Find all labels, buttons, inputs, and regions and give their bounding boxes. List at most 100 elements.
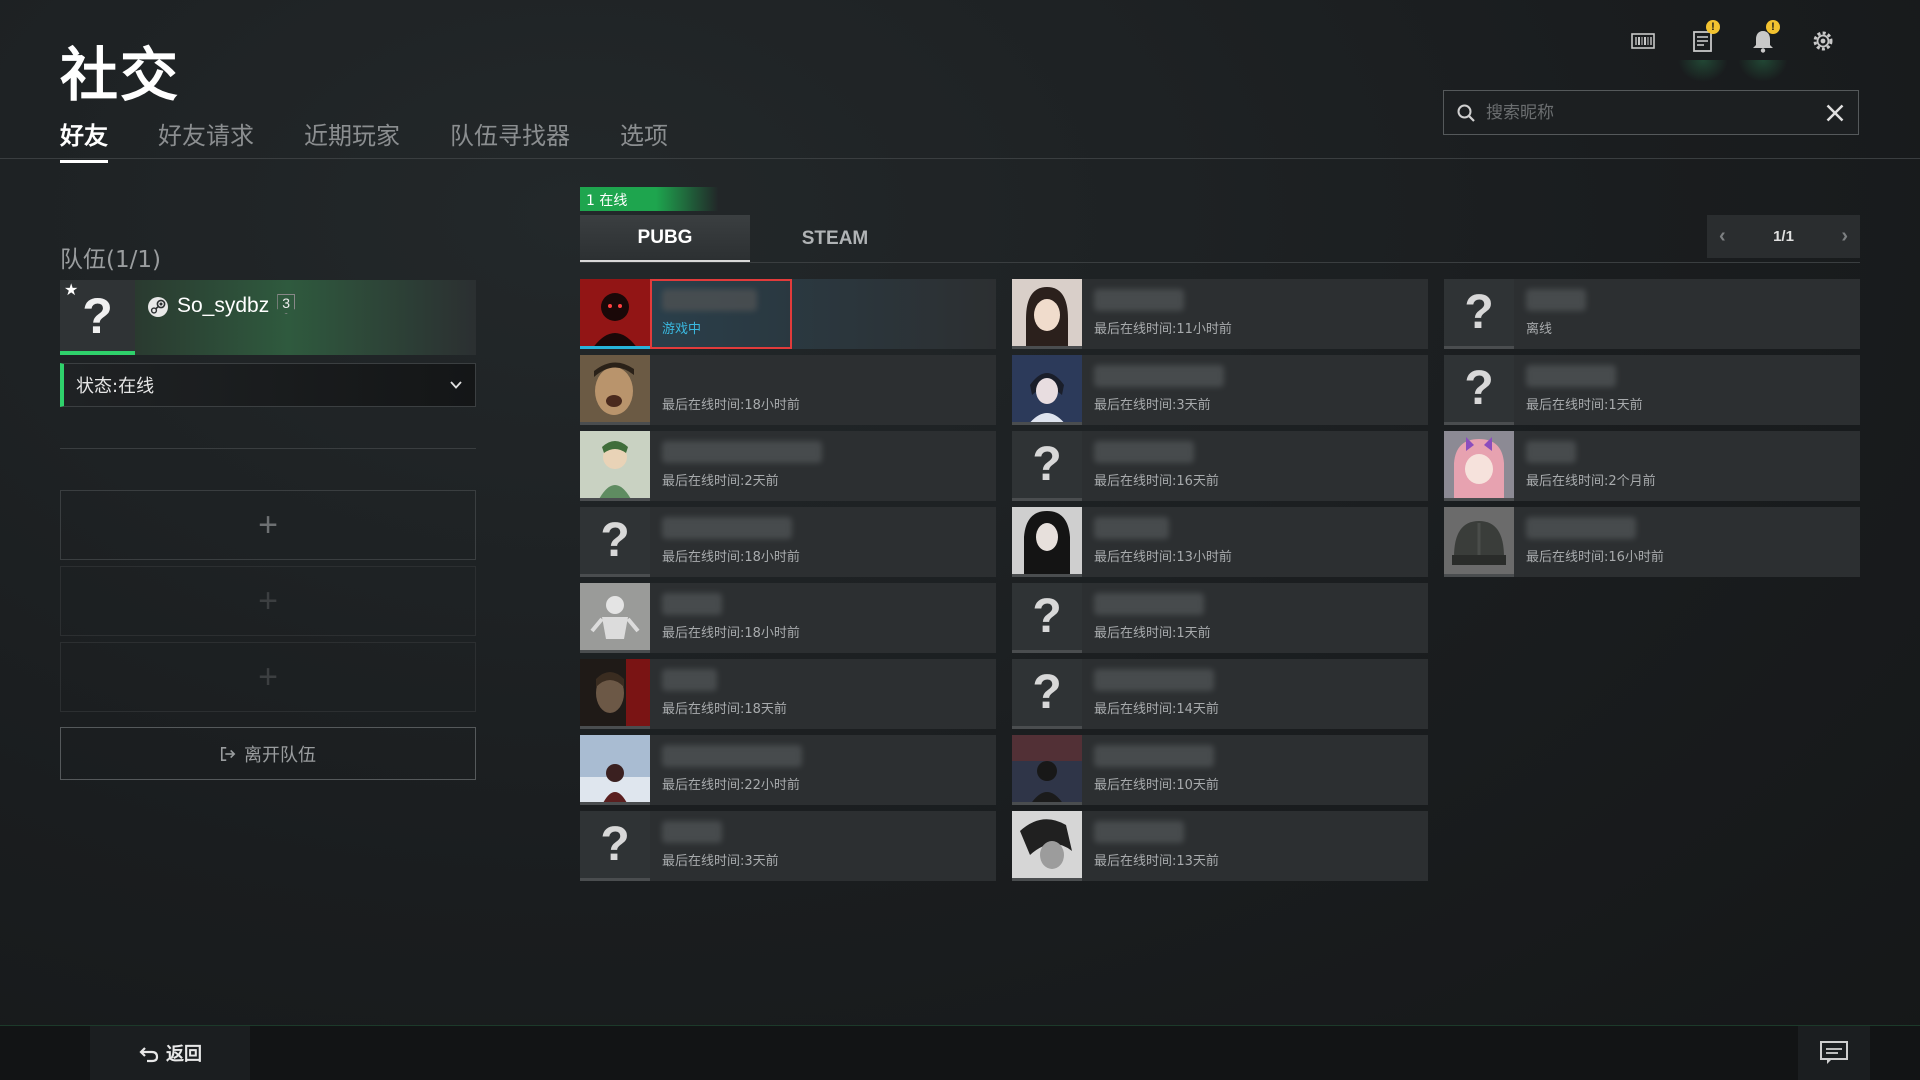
- news-button[interactable]: !: [1678, 20, 1728, 82]
- team-member-card[interactable]: ★ ? So_sydbz 3: [60, 280, 476, 355]
- unknown-avatar-icon: ?: [1032, 438, 1062, 491]
- prev-page-button[interactable]: ‹: [1719, 225, 1726, 248]
- friend-avatar: [1444, 507, 1514, 577]
- back-button[interactable]: 返回: [90, 1026, 250, 1080]
- close-icon: [1826, 104, 1844, 121]
- friend-card[interactable]: ? 最后在线时间:1天前: [1012, 583, 1428, 653]
- barcode-button[interactable]: [1626, 24, 1660, 58]
- friend-card[interactable]: 最后在线时间:13小时前: [1012, 507, 1428, 577]
- friend-name-redacted: [1094, 745, 1214, 767]
- friend-name-redacted: [662, 821, 722, 843]
- friend-avatar: [1012, 279, 1082, 349]
- friend-card[interactable]: 最后在线时间:18小时前: [580, 583, 996, 653]
- friend-name-redacted: [1094, 669, 1214, 691]
- avatar-image: [580, 583, 650, 650]
- friend-card[interactable]: 最后在线时间:18天前: [580, 659, 996, 729]
- status-dropdown-label: 状态:在线: [76, 376, 155, 397]
- main-tabs: 好友 好友请求 近期玩家 队伍寻找器 选项: [60, 116, 668, 163]
- avatar-image: [1012, 507, 1082, 574]
- friend-card[interactable]: ? 最后在线时间:16天前: [1012, 431, 1428, 501]
- gear-icon: [1813, 31, 1833, 51]
- chat-button[interactable]: [1798, 1026, 1870, 1080]
- tab-friends[interactable]: 好友: [60, 116, 108, 163]
- friend-card[interactable]: 最后在线时间:18小时前: [580, 355, 996, 425]
- avatar-image: [1012, 735, 1082, 802]
- friend-name-redacted: [1094, 365, 1224, 387]
- add-team-slot-3[interactable]: +: [60, 642, 476, 712]
- notifications-button[interactable]: !: [1738, 20, 1788, 82]
- avatar-image: [1444, 431, 1514, 498]
- exit-icon: [220, 746, 236, 761]
- avatar-image: [580, 431, 650, 498]
- team-title: 队伍(1/1): [60, 247, 161, 273]
- friend-status: 最后在线时间:13天前: [1094, 854, 1219, 869]
- avatar-image: [580, 279, 650, 346]
- settings-button[interactable]: [1806, 24, 1840, 58]
- notifications-alert-badge: !: [1766, 20, 1780, 34]
- friend-status: 最后在线时间:11小时前: [1094, 322, 1232, 337]
- friend-name-redacted: [1094, 289, 1184, 311]
- friend-status: 最后在线时间:18小时前: [662, 550, 800, 565]
- tab-team-finder[interactable]: 队伍寻找器: [450, 116, 570, 161]
- friend-card[interactable]: 最后在线时间:22小时前: [580, 735, 996, 805]
- friend-avatar: [580, 279, 650, 349]
- unknown-avatar-icon: ?: [600, 514, 630, 567]
- add-team-slot-2[interactable]: +: [60, 566, 476, 636]
- friend-card[interactable]: ? 最后在线时间:14天前: [1012, 659, 1428, 729]
- tab-pubg[interactable]: PUBG: [580, 215, 750, 263]
- avatar-image: [580, 659, 650, 726]
- friend-name-redacted: [1094, 593, 1204, 615]
- status-dropdown[interactable]: 状态:在线: [60, 363, 476, 407]
- friend-card[interactable]: ? 最后在线时间:3天前: [580, 811, 996, 881]
- friend-avatar: [580, 431, 650, 501]
- friend-status: 最后在线时间:1天前: [1094, 626, 1211, 641]
- clear-search-button[interactable]: [1824, 102, 1846, 124]
- friend-card[interactable]: ? 最后在线时间:1天前: [1444, 355, 1860, 425]
- friend-avatar: ?: [1012, 659, 1082, 729]
- tab-options[interactable]: 选项: [620, 116, 668, 161]
- friend-card[interactable]: ? 离线: [1444, 279, 1860, 349]
- platform-tabs: PUBG STEAM: [580, 215, 920, 263]
- friend-avatar: [580, 355, 650, 425]
- chevron-down-icon: [450, 381, 462, 389]
- friend-name-redacted: [1526, 517, 1636, 539]
- top-toolbar: ! !: [1626, 20, 1840, 82]
- friend-name-redacted: [662, 593, 722, 615]
- friend-status: 最后在线时间:14天前: [1094, 702, 1219, 717]
- unknown-avatar-icon: ?: [600, 818, 630, 871]
- next-page-button[interactable]: ›: [1841, 225, 1848, 248]
- friend-card[interactable]: 最后在线时间:2个月前: [1444, 431, 1860, 501]
- friend-card[interactable]: ? 最后在线时间:18小时前: [580, 507, 996, 577]
- friend-status: 最后在线时间:3天前: [662, 854, 779, 869]
- avatar-image: [1012, 279, 1082, 346]
- friend-card[interactable]: 游戏中: [580, 279, 996, 349]
- friend-status: 离线: [1526, 322, 1553, 337]
- unknown-avatar-icon: ?: [1032, 666, 1062, 719]
- page-title: 社交: [60, 41, 181, 109]
- friend-avatar: ?: [1444, 355, 1514, 425]
- tab-friend-requests[interactable]: 好友请求: [158, 116, 254, 161]
- friend-avatar: [580, 735, 650, 805]
- friend-name-redacted: [1094, 441, 1194, 463]
- avatar-image: [580, 355, 650, 422]
- leave-team-button[interactable]: 离开队伍: [60, 727, 476, 780]
- friend-name-redacted: [662, 669, 717, 691]
- friend-name-redacted: [662, 745, 802, 767]
- friend-card[interactable]: 最后在线时间:11小时前: [1012, 279, 1428, 349]
- friend-avatar: [1012, 355, 1082, 425]
- friend-card[interactable]: 最后在线时间:3天前: [1012, 355, 1428, 425]
- friend-card[interactable]: 最后在线时间:10天前: [1012, 735, 1428, 805]
- friend-avatar: [580, 583, 650, 653]
- friend-avatar: [1444, 431, 1514, 501]
- tab-steam[interactable]: STEAM: [750, 215, 920, 263]
- friend-card[interactable]: 最后在线时间:13天前: [1012, 811, 1428, 881]
- add-team-slot-1[interactable]: +: [60, 490, 476, 560]
- tab-recent-players[interactable]: 近期玩家: [304, 116, 400, 161]
- pagination: ‹ 1/1 ›: [1707, 215, 1860, 258]
- search-input[interactable]: [1486, 102, 1824, 123]
- unknown-avatar-icon: ?: [1464, 286, 1494, 339]
- friend-card[interactable]: 最后在线时间:2天前: [580, 431, 996, 501]
- friend-card[interactable]: 最后在线时间:16小时前: [1444, 507, 1860, 577]
- friend-status: 最后在线时间:22小时前: [662, 778, 800, 793]
- friend-avatar: [580, 659, 650, 729]
